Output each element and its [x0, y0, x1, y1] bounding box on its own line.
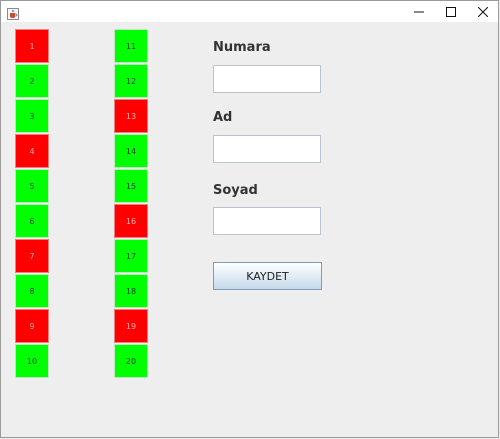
java-cup-icon [7, 5, 19, 20]
soyad-label: Soyad [213, 183, 258, 198]
seat-16[interactable]: 16 [114, 204, 148, 238]
seat-6[interactable]: 6 [15, 204, 49, 238]
seat-18[interactable]: 18 [114, 274, 148, 308]
seat-14[interactable]: 14 [114, 134, 148, 168]
numara-field[interactable] [213, 65, 321, 93]
seat-7[interactable]: 7 [15, 239, 49, 273]
seat-3[interactable]: 3 [15, 99, 49, 133]
soyad-field[interactable] [213, 207, 321, 235]
maximize-icon [446, 6, 456, 17]
title-bar[interactable] [1, 1, 498, 22]
minimize-icon [414, 7, 424, 17]
numara-label: Numara [213, 40, 271, 55]
ad-field[interactable] [213, 135, 321, 163]
seat-1[interactable]: 1 [15, 29, 49, 63]
seat-17[interactable]: 17 [114, 239, 148, 273]
seat-12[interactable]: 12 [114, 64, 148, 98]
seat-19[interactable]: 19 [114, 309, 148, 343]
seat-8[interactable]: 8 [15, 274, 49, 308]
seat-10[interactable]: 10 [15, 344, 49, 378]
seat-13[interactable]: 13 [114, 99, 148, 133]
ad-label: Ad [213, 110, 233, 125]
close-icon [478, 6, 488, 17]
app-window: 1 2 3 4 5 6 7 8 9 10 11 12 13 14 15 16 17 18 19 20 Numara A… [0, 0, 499, 438]
seat-4[interactable]: 4 [15, 134, 49, 168]
seat-11[interactable]: 11 [114, 29, 148, 63]
seat-15[interactable]: 15 [114, 169, 148, 203]
seat-9[interactable]: 9 [15, 309, 49, 343]
seat-2[interactable]: 2 [15, 64, 49, 98]
close-button[interactable] [467, 1, 499, 22]
seat-20[interactable]: 20 [114, 344, 148, 378]
save-button[interactable]: KAYDET [213, 262, 322, 290]
seat-5[interactable]: 5 [15, 169, 49, 203]
maximize-button[interactable] [435, 1, 467, 22]
minimize-button[interactable] [403, 1, 435, 22]
